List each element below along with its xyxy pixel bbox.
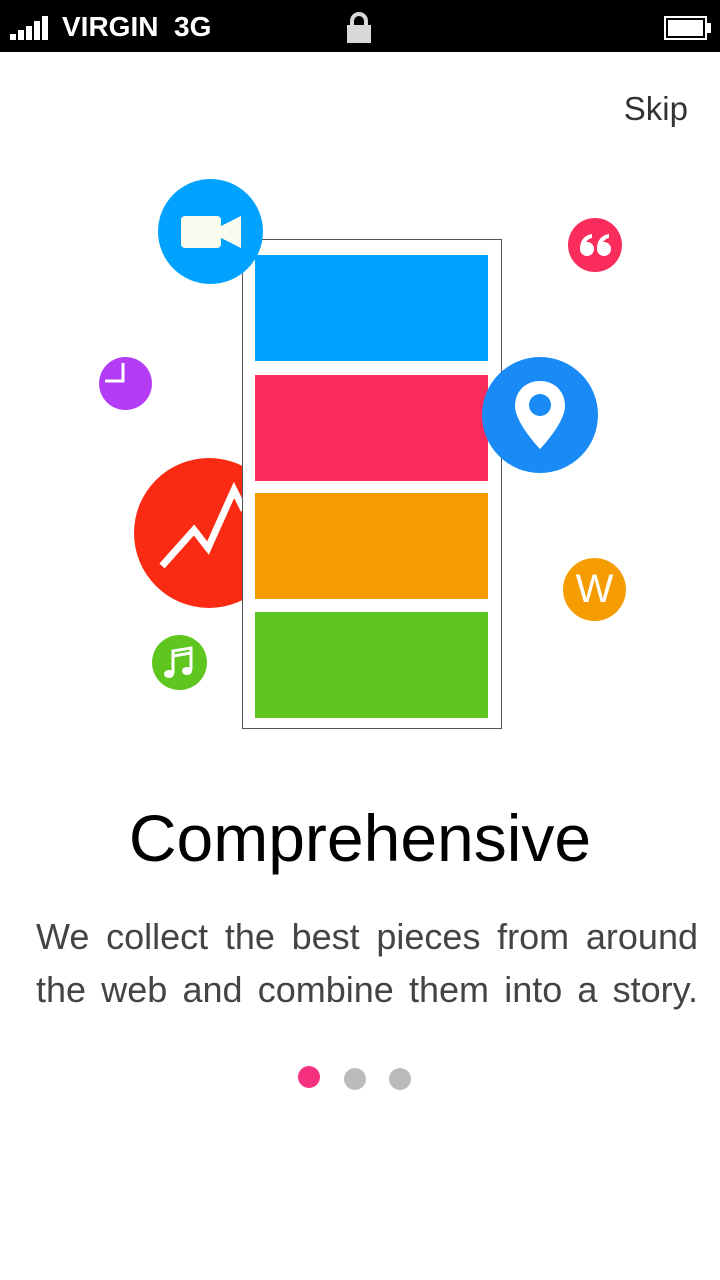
content-card-orange bbox=[255, 493, 488, 599]
video-camera-icon bbox=[158, 179, 263, 284]
onboarding-illustration: W bbox=[0, 0, 720, 760]
phone-mockup bbox=[242, 239, 502, 729]
page-dot-3[interactable] bbox=[389, 1068, 411, 1090]
content-card-pink bbox=[255, 375, 488, 481]
page-dot-1-active[interactable] bbox=[298, 1066, 320, 1088]
pie-chart-icon bbox=[99, 357, 152, 410]
content-card-blue bbox=[255, 255, 488, 361]
content-card-green bbox=[255, 612, 488, 718]
location-pin-icon bbox=[482, 357, 598, 473]
page-dot-2[interactable] bbox=[344, 1068, 366, 1090]
page-indicator[interactable] bbox=[298, 1066, 418, 1090]
wikipedia-icon: W bbox=[563, 558, 626, 621]
quote-icon bbox=[568, 218, 622, 272]
wiki-letter: W bbox=[575, 567, 614, 611]
onboarding-description: We collect the best pieces from around t… bbox=[36, 916, 698, 1010]
music-note-icon bbox=[152, 635, 207, 690]
onboarding-title: Comprehensive bbox=[128, 801, 592, 875]
